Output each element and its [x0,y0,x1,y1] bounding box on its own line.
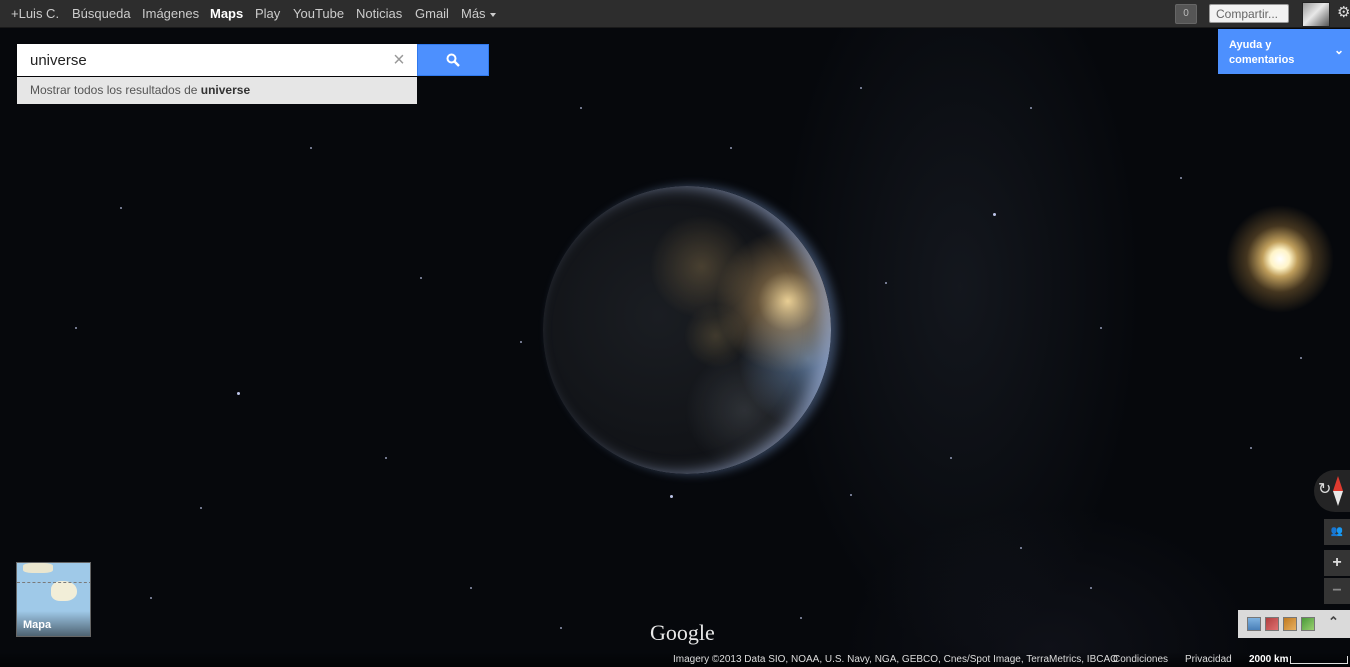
nav-images-link[interactable]: Imágenes [142,6,199,21]
nav-maps-link[interactable]: Maps [210,6,243,21]
sun-glow [1224,203,1336,315]
close-icon[interactable]: × [389,50,409,70]
nav-more-menu[interactable]: Más [461,6,496,21]
search-icon [446,53,460,67]
earth-globe[interactable] [543,186,831,474]
nav-profile-link[interactable]: +Luis C. [11,6,59,21]
help-feedback-button[interactable]: Ayuda y comentarios ⌄ [1218,29,1350,74]
suggestion-term: universe [200,83,251,97]
space-view[interactable] [0,27,1350,667]
nav-news-link[interactable]: Noticias [356,6,402,21]
layer-weather-thumb[interactable] [1247,617,1261,631]
zoom-in-button[interactable]: + [1324,550,1350,576]
terms-link[interactable]: Condiciones [1113,654,1168,665]
layer-selector: ⌃ [1238,610,1350,638]
nav-search-link[interactable]: Búsqueda [72,6,131,21]
nav-gmail-link[interactable]: Gmail [415,6,449,21]
help-feedback-label: Ayuda y comentarios [1229,39,1295,66]
compass-needle-icon[interactable] [1333,476,1343,506]
rotate-icon[interactable]: ↻ [1318,481,1331,499]
search-box: × [17,44,417,76]
chevron-down-icon: ⌄ [1334,43,1345,57]
map-footer: Imagery ©2013 Data SIO, NOAA, U.S. Navy,… [0,652,1350,667]
chevron-up-icon[interactable]: ⌃ [1328,614,1339,630]
top-navigation-bar: +Luis C. Búsqueda Imágenes Maps Play You… [0,0,1350,28]
layer-photos-thumb[interactable] [1265,617,1279,631]
suggestion-prefix: Mostrar todos los resultados de [30,83,198,97]
caret-down-icon [489,12,496,17]
street-view-icon[interactable]: 👥 [1324,519,1350,545]
layer-traffic-thumb[interactable] [1283,617,1297,631]
notifications-count-badge[interactable]: 0 [1175,4,1197,24]
search-input[interactable] [17,44,387,76]
nav-more-label: Más [461,6,486,21]
zoom-out-button[interactable]: − [1324,578,1350,604]
nav-play-link[interactable]: Play [255,6,280,21]
google-logo: Google [650,620,715,645]
search-button[interactable] [417,44,489,76]
gear-icon[interactable]: ⚙ [1337,3,1350,23]
privacy-link[interactable]: Privacidad [1185,654,1232,665]
minimap-toggle[interactable]: Mapa [16,562,91,637]
minimap-label: Mapa [23,619,52,631]
compass-control: ↻ [1314,470,1350,512]
share-button[interactable]: Compartir... [1209,4,1289,23]
imagery-attribution[interactable]: Imagery ©2013 Data SIO, NOAA, U.S. Navy,… [673,654,1118,665]
scale-label: 2000 km [1249,654,1289,665]
scale-bar [1290,656,1348,664]
layer-terrain-thumb[interactable] [1301,617,1315,631]
avatar[interactable] [1302,2,1330,27]
search-suggestion[interactable]: Mostrar todos los resultados de universe [17,77,417,104]
nav-youtube-link[interactable]: YouTube [293,6,344,21]
